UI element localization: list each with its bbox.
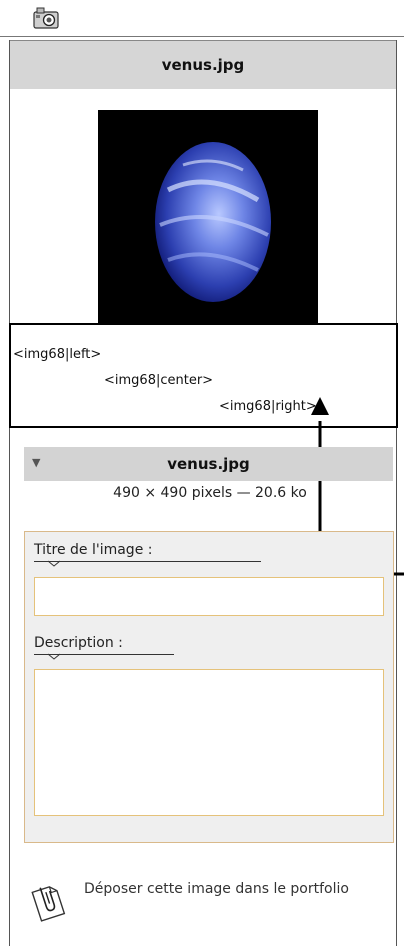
details-header[interactable]: ▼ venus.jpg <box>24 447 393 481</box>
description-label-wrap: Description : <box>34 635 174 660</box>
image-info-form: Titre de l'image : Description : <box>24 531 394 843</box>
venus-image <box>155 142 271 302</box>
title-label-wrap: Titre de l'image : <box>34 542 261 567</box>
embed-code-center[interactable]: <img68|center> <box>104 373 213 388</box>
camera-icon <box>33 7 59 29</box>
title-label: Titre de l'image : <box>34 542 153 558</box>
image-filename: venus.jpg <box>161 56 245 74</box>
top-divider <box>0 36 404 37</box>
image-thumbnail[interactable] <box>98 110 318 330</box>
embed-code-box: <img68|left> <img68|center> <img68|right… <box>9 323 398 428</box>
image-title-bar: venus.jpg <box>10 40 396 89</box>
label-hook-icon <box>48 653 61 660</box>
title-input[interactable] <box>34 577 384 616</box>
embed-code-left[interactable]: <img68|left> <box>13 347 101 362</box>
description-label: Description : <box>34 635 123 651</box>
deposit-label[interactable]: Déposer cette image dans le portfolio <box>84 879 384 900</box>
top-bar <box>0 0 404 40</box>
details-filename: venus.jpg <box>167 455 250 473</box>
label-hook-icon <box>48 560 61 567</box>
paperclip-document-icon <box>31 886 66 922</box>
description-textarea[interactable] <box>34 669 384 816</box>
deposit-portfolio-link[interactable]: Déposer cette image dans le portfolio <box>26 875 396 935</box>
embed-code-right[interactable]: <img68|right> <box>219 399 317 414</box>
image-dimensions: 490 × 490 pixels — 20.6 ko <box>113 485 307 501</box>
